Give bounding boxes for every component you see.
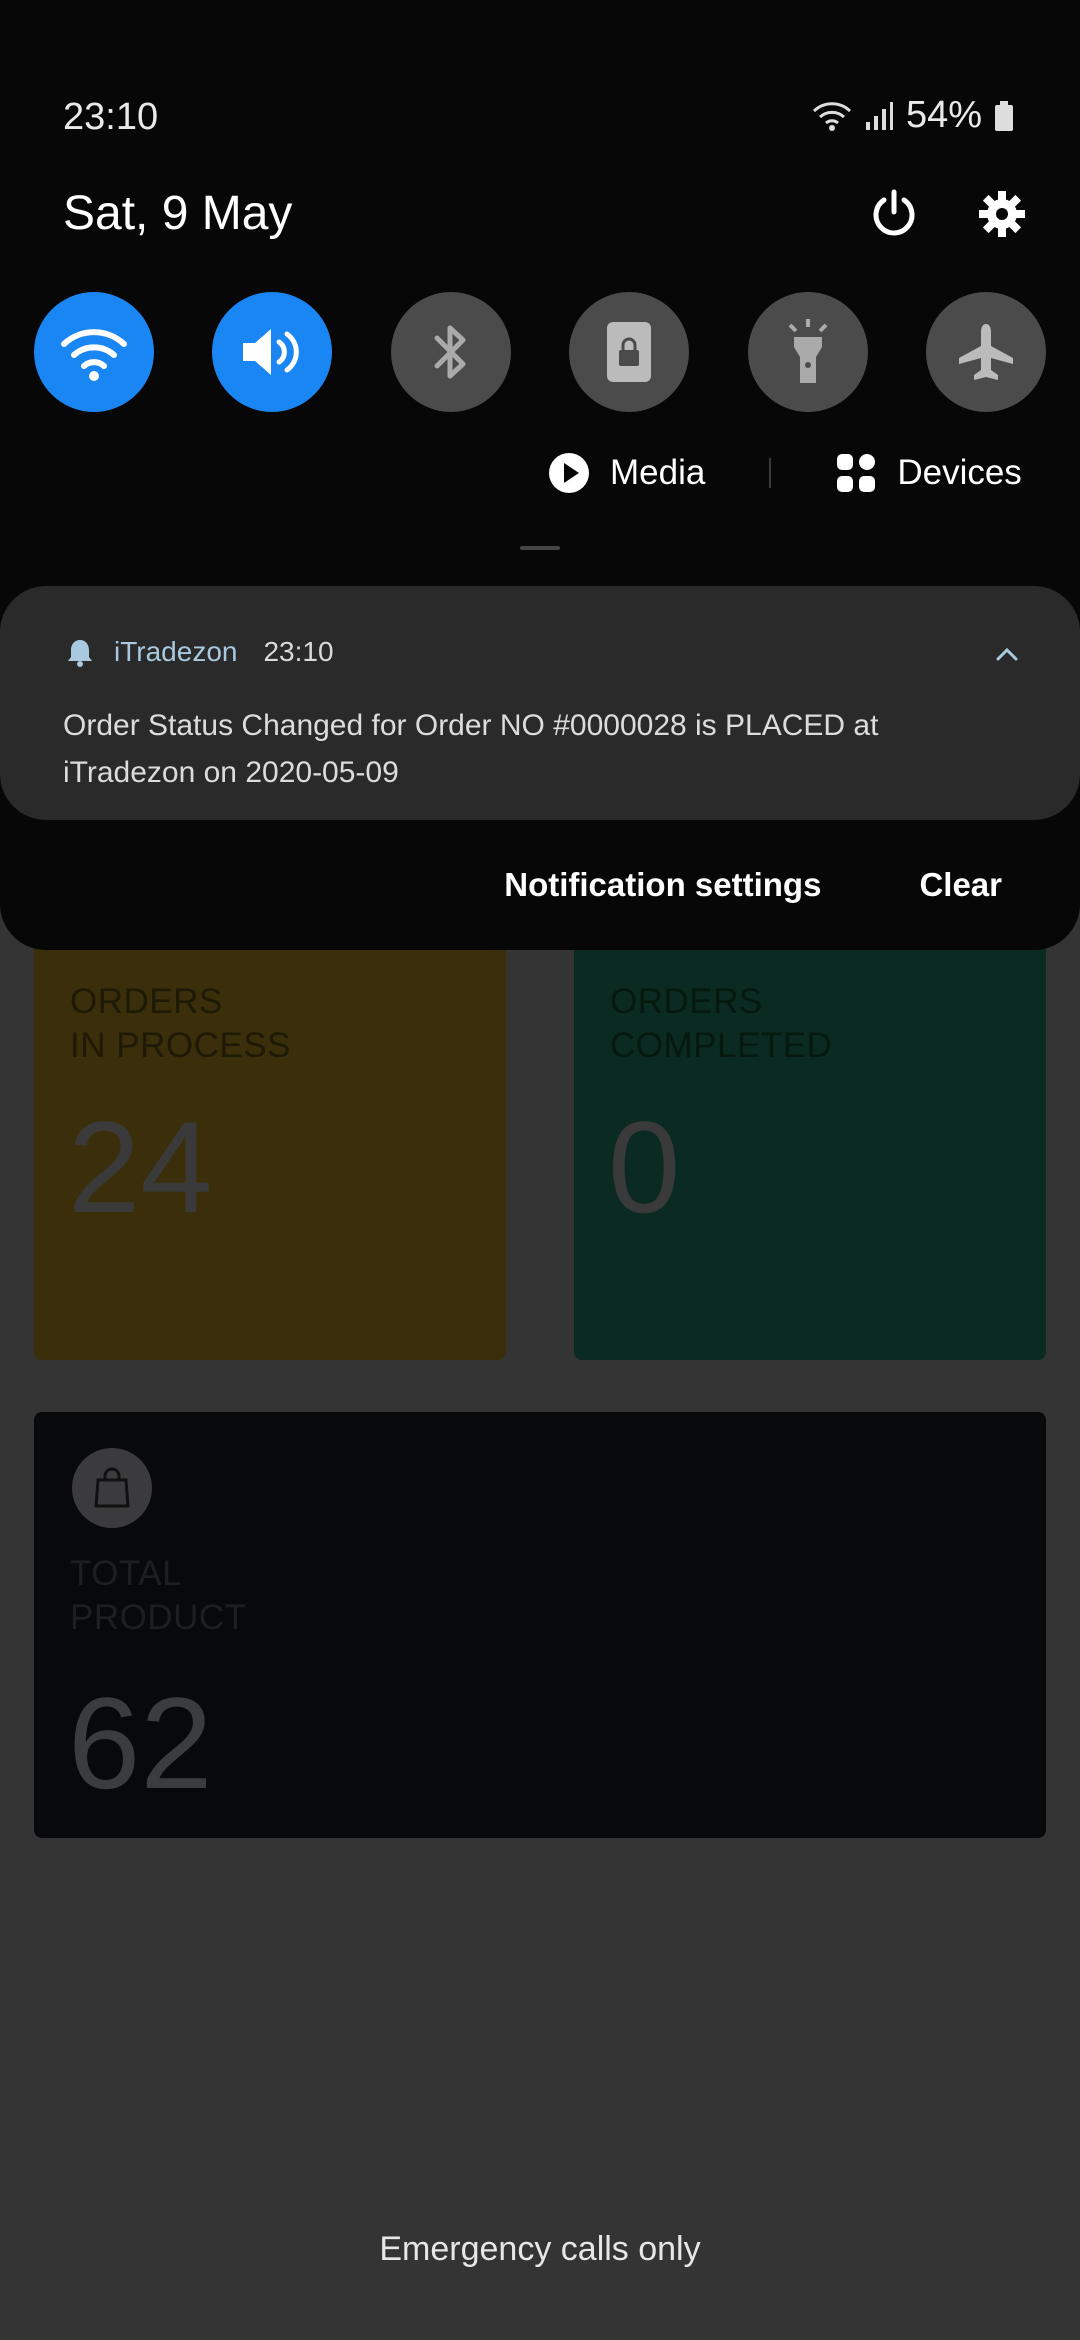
flashlight-icon: [788, 319, 827, 383]
notification-actions: Notification settings Clear: [504, 866, 1002, 904]
bluetooth-icon: [434, 325, 466, 379]
orders-in-process-label: ORDERS IN PROCESS: [70, 982, 291, 1065]
status-icons: 54%: [812, 94, 1014, 137]
wifi-icon: [61, 329, 127, 381]
notification-settings-button[interactable]: Notification settings: [504, 866, 821, 904]
notification-app-name: iTradezon: [114, 636, 238, 667]
notification-card[interactable]: iTradezon 23:10 Order Status Changed for…: [0, 586, 1080, 820]
orders-completed-label: ORDERS COMPLETED: [610, 982, 833, 1065]
bluetooth-tile[interactable]: [390, 292, 511, 412]
notification-time: 23:10: [263, 636, 334, 667]
total-product-value: 62: [68, 1670, 213, 1816]
battery-percent: 54%: [905, 94, 982, 136]
devices-button[interactable]: Devices: [835, 452, 1022, 494]
shopping-bag-icon: [72, 1448, 152, 1528]
orders-in-process-card[interactable]: ORDERS IN PROCESS 24: [34, 840, 506, 1360]
signal-icon: [865, 101, 893, 130]
power-button[interactable]: [864, 184, 924, 244]
drag-handle[interactable]: [520, 546, 560, 550]
lock-icon: [607, 322, 652, 382]
airplane-mode-tile[interactable]: [925, 292, 1046, 412]
clear-button[interactable]: Clear: [919, 866, 1002, 904]
status-time: 23:10: [63, 96, 159, 138]
screen-lock-tile[interactable]: [569, 292, 690, 412]
quick-panel: 23:10 54% Sat, 9 May Media Devices iTrad…: [0, 0, 1080, 950]
battery-icon: [995, 100, 1013, 131]
date-label: Sat, 9 May: [63, 187, 293, 240]
speaker-icon: [243, 329, 300, 375]
notification-header: iTradezon 23:10: [66, 636, 334, 668]
orders-completed-value: 0: [608, 1094, 681, 1240]
wifi-status-icon: [812, 101, 851, 131]
media-button[interactable]: Media: [548, 452, 705, 494]
play-icon: [549, 453, 589, 493]
media-label: Media: [610, 453, 706, 492]
notification-text: Order Status Changed for Order NO #00000…: [63, 709, 879, 789]
gear-icon: [979, 191, 1025, 237]
orders-in-process-value: 24: [68, 1094, 213, 1240]
quick-tiles: [34, 292, 1046, 412]
devices-label: Devices: [897, 453, 1022, 492]
chevron-up-icon[interactable]: [994, 642, 1020, 668]
power-icon: [873, 189, 915, 236]
divider: [769, 458, 772, 488]
settings-button[interactable]: [972, 184, 1032, 244]
wifi-tile[interactable]: [34, 292, 154, 412]
orders-completed-card[interactable]: ORDERS COMPLETED 0: [574, 840, 1046, 1360]
airplane-icon: [958, 324, 1013, 380]
devices-icon: [837, 454, 876, 492]
flashlight-tile[interactable]: [747, 292, 868, 412]
total-product-label: TOTAL PRODUCT: [70, 1554, 247, 1637]
emergency-calls-text: Emergency calls only: [379, 2230, 701, 2268]
sound-tile[interactable]: [212, 292, 333, 412]
bell-icon: [68, 640, 92, 667]
media-devices-row: Media Devices: [548, 452, 1022, 494]
total-product-card[interactable]: TOTAL PRODUCT 62: [34, 1412, 1046, 1838]
